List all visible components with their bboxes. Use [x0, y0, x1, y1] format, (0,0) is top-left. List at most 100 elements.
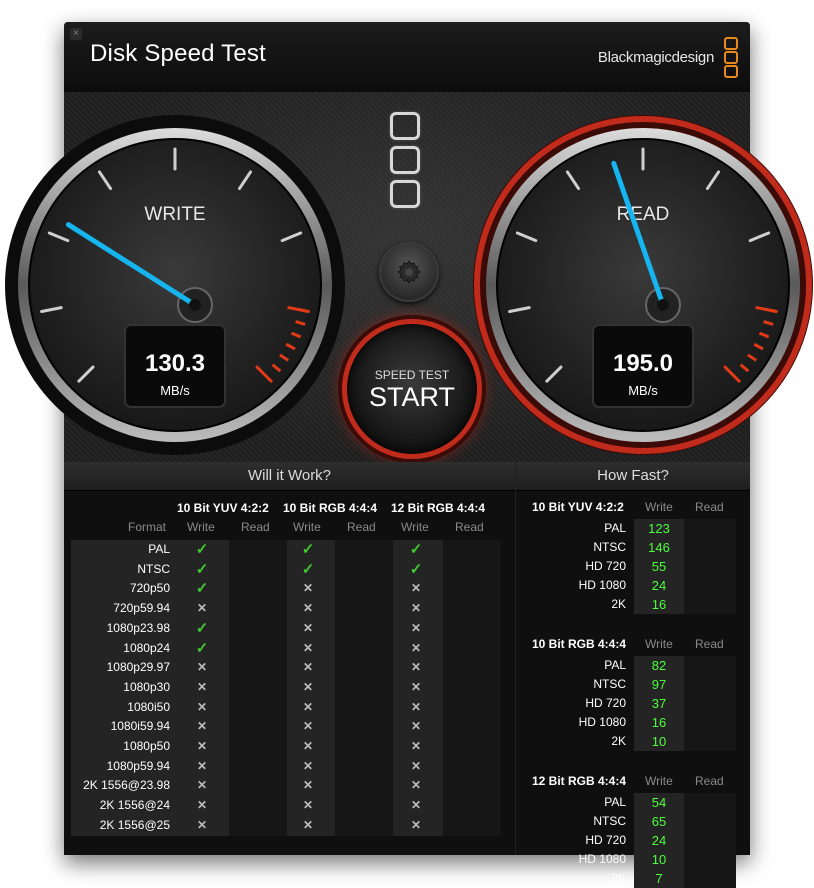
frame-rate-value: 16: [651, 597, 667, 612]
how-fast-row-label: PAL: [604, 795, 626, 809]
cross-icon: ✕: [410, 640, 422, 655]
how-fast-section-header: 10 Bit YUV 4:2:2: [532, 500, 624, 514]
format-row-label: 1080p29.97: [106, 660, 170, 675]
check-icon: ✓: [195, 639, 209, 657]
cross-icon: ✕: [302, 778, 314, 793]
cross-icon: ✕: [196, 758, 208, 773]
gear-icon: [397, 260, 421, 284]
check-icon: ✓: [301, 560, 315, 578]
check-icon: ✓: [409, 560, 423, 578]
write-column-header: Write: [645, 637, 673, 651]
how-fast-panel: How Fast? 10 Bit YUV 4:2:2 Write Read PAL 12…: [516, 462, 750, 888]
cross-icon: ✕: [410, 758, 422, 773]
frame-rate-value: 10: [651, 734, 667, 749]
how-fast-row-label: NTSC: [593, 814, 626, 828]
app-title: Disk Speed Test: [90, 40, 266, 67]
cross-icon: ✕: [302, 719, 314, 734]
cross-icon: ✕: [302, 660, 314, 675]
frame-rate-value: 24: [651, 578, 667, 593]
cross-icon: ✕: [410, 798, 422, 813]
check-icon: ✓: [195, 541, 209, 558]
how-fast-row-label: HD 1080: [578, 578, 626, 592]
read-gauge-label: READ: [617, 204, 670, 225]
cross-icon: ✕: [410, 699, 422, 714]
how-fast-row-label: HD 720: [585, 833, 626, 847]
format-group-header: 10 Bit YUV 4:2:2: [177, 501, 269, 515]
read-gauge: READ 195.0 MB/s: [473, 115, 813, 455]
frame-rate-value: 54: [651, 795, 667, 810]
cross-icon: ✕: [410, 581, 422, 596]
how-fast-row-label: HD 720: [585, 696, 626, 710]
frame-rate-value: 55: [651, 559, 667, 574]
frame-rate-value: 123: [648, 521, 670, 536]
format-row-label: 720p59.94: [113, 601, 170, 616]
settings-button[interactable]: [379, 242, 439, 302]
format-row-label: 1080i50: [127, 699, 170, 714]
cross-icon: ✕: [302, 798, 314, 813]
how-fast-row-label: HD 720: [585, 559, 626, 573]
frame-rate-value: 7: [655, 871, 663, 886]
format-row-label: 1080p30: [123, 679, 170, 694]
read-column-header: Read: [695, 637, 724, 651]
how-fast-section-header: 10 Bit RGB 4:4:4: [532, 637, 627, 651]
format-row-label: 2K 1556@24: [99, 798, 170, 813]
read-column-header: Read: [695, 500, 724, 514]
format-group-header: 12 Bit RGB 4:4:4: [391, 501, 486, 515]
format-row-label: 2K 1556@23.98: [83, 778, 170, 793]
format-group-header: 10 Bit RGB 4:4:4: [283, 501, 378, 515]
read-column-cells: [335, 540, 393, 836]
write-gauge-label: WRITE: [144, 204, 205, 225]
cross-icon: ✕: [302, 699, 314, 714]
gauge-area: WRITE 130.3 MB/s READ 195.0 MB/s SPEED TEST …: [5, 92, 813, 462]
format-column-header: Format: [128, 520, 167, 534]
frame-rate-value: 24: [651, 833, 667, 848]
how-fast-row-label: PAL: [604, 658, 626, 672]
cross-icon: ✕: [196, 699, 208, 714]
format-row-label: PAL: [148, 542, 170, 556]
format-row-label: 1080p23.98: [106, 620, 170, 635]
blackmagic-logo-icon: [724, 37, 740, 78]
cross-icon: ✕: [196, 719, 208, 734]
how-fast-row-label: NTSC: [593, 677, 626, 691]
frame-rate-value: 82: [651, 658, 667, 673]
frame-rate-value: 65: [651, 814, 667, 829]
format-row-label: 1080i59.94: [110, 719, 170, 734]
read-column-cells: [443, 540, 501, 836]
cross-icon: ✕: [302, 601, 314, 616]
check-icon: ✓: [195, 560, 209, 578]
format-row-label: 720p50: [129, 581, 170, 596]
read-column-cells: [684, 519, 736, 614]
how-fast-row-label: NTSC: [593, 540, 626, 554]
write-column-header: Write: [401, 520, 429, 534]
how-fast-title: How Fast?: [516, 462, 750, 491]
how-fast-row-label: 2K: [611, 597, 626, 611]
format-row-label: 1080p50: [123, 739, 170, 753]
read-speed-value: 195.0: [613, 350, 673, 377]
cross-icon: ✕: [410, 778, 422, 793]
cross-icon: ✕: [410, 739, 422, 753]
will-it-work-title: Will it Work?: [64, 462, 515, 491]
frame-rate-value: 37: [651, 696, 667, 711]
read-speed-unit: MB/s: [628, 383, 658, 398]
cross-icon: ✕: [196, 778, 208, 793]
cross-icon: ✕: [410, 660, 422, 675]
frame-rate-value: 97: [651, 677, 667, 692]
format-row-label: 1080p59.94: [106, 758, 170, 773]
start-button-caption: SPEED TEST: [374, 368, 450, 382]
blackmagic-center-logo-icon: [390, 112, 420, 214]
will-it-work-panel: Will it Work? 10 Bit YUV 4:2:2 Write Read 1…: [64, 462, 516, 855]
start-button[interactable]: SPEED TEST START: [342, 319, 482, 459]
check-icon: ✓: [409, 541, 423, 558]
close-button[interactable]: ×: [70, 28, 82, 40]
cross-icon: ✕: [302, 817, 314, 832]
frame-rate-value: 146: [648, 540, 670, 555]
cross-icon: ✕: [302, 640, 314, 655]
format-row-label: 1080p24: [123, 640, 170, 655]
read-column-cells: [684, 656, 736, 751]
write-gauge: WRITE 130.3 MB/s: [5, 115, 345, 455]
write-column-header: Write: [645, 774, 673, 788]
cross-icon: ✕: [196, 679, 208, 694]
brand-name: Blackmagicdesign: [597, 49, 714, 66]
cross-icon: ✕: [196, 601, 208, 616]
cross-icon: ✕: [196, 798, 208, 813]
